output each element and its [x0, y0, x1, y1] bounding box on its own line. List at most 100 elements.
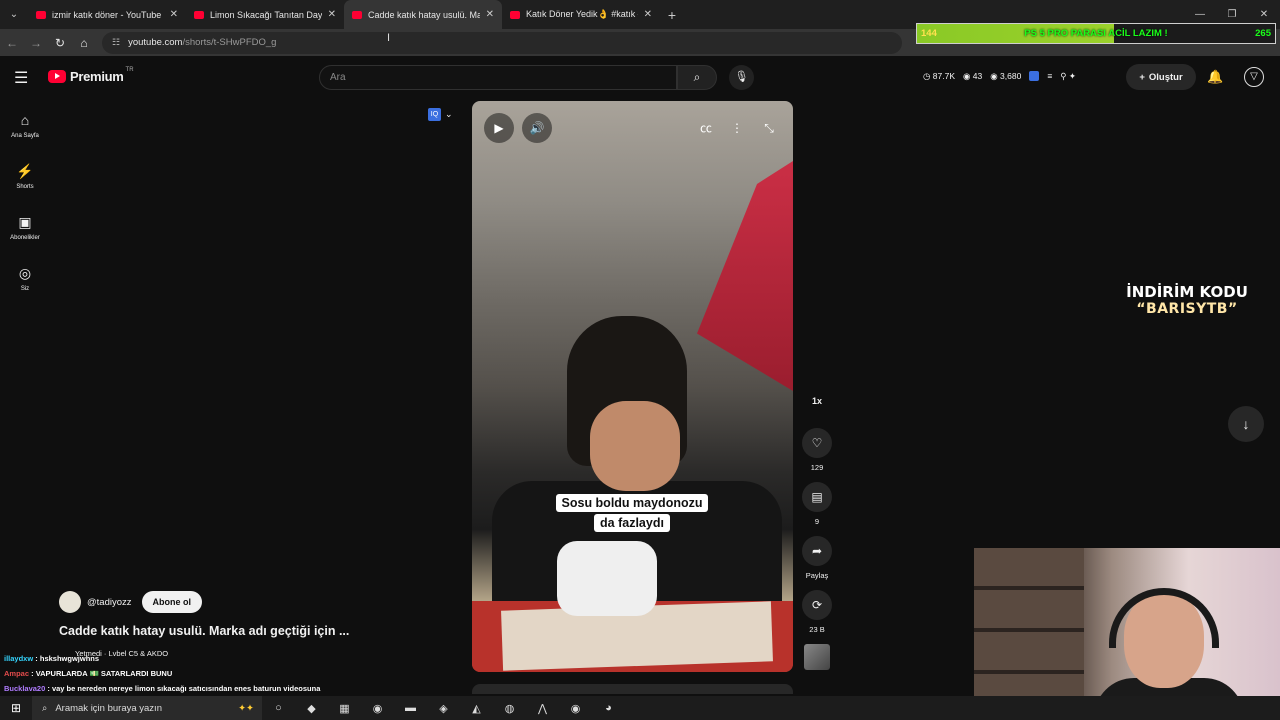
- browser-tab[interactable]: Limon Sıkacağı Tanıtan Dayımız ✕: [186, 0, 344, 29]
- microphone-icon[interactable]: 🎙: [729, 65, 754, 90]
- taskbar-search[interactable]: ⌕ Aramak için buraya yazın ✦✦: [32, 696, 262, 720]
- tab-title: Katık Döner Yedik👌 #katık #dö: [526, 9, 638, 19]
- video-scene-awning: [697, 161, 793, 391]
- folder-icon[interactable]: ▬: [394, 702, 427, 714]
- promo-line-2: “BARISYTB”: [1136, 301, 1238, 317]
- windows-start-icon[interactable]: ⊞: [0, 701, 32, 715]
- sidebar-item-label: Siz: [20, 286, 30, 292]
- avatar[interactable]: ▽: [1244, 67, 1264, 87]
- goal-right-value: 265: [1255, 28, 1271, 39]
- youtube-logo[interactable]: Premium TR: [48, 67, 134, 84]
- url-field[interactable]: ☷ youtube.com/shorts/t-SHwPFDO_g: [102, 31, 902, 54]
- like-button[interactable]: ♡ 129: [800, 428, 834, 472]
- sidebar-item-shorts[interactable]: ⚡ Shorts: [0, 151, 50, 202]
- tab-close-icon[interactable]: ✕: [486, 9, 494, 20]
- tab-search-chevron-icon[interactable]: ⌄: [0, 9, 28, 20]
- shorts-video-player[interactable]: ▶ 🔊 ㏄ ⋮ ⤡ Sosu boldu maydonozu da fazlay…: [472, 101, 793, 672]
- sidebar: ⌂ Ana Sayfa ⚡ Shorts ▣ Abonelikler ◎ Siz: [0, 100, 50, 304]
- comments-button[interactable]: ▤ 9: [800, 482, 834, 526]
- list-icon[interactable]: ≡: [1047, 71, 1052, 82]
- app-icon[interactable]: ◭: [460, 702, 493, 715]
- app-icon[interactable]: ⋀: [526, 702, 559, 715]
- streamer-webcam: [974, 548, 1280, 720]
- create-label: Oluştur: [1148, 71, 1183, 83]
- forward-icon[interactable]: →: [24, 36, 48, 50]
- channel-name[interactable]: @tadiyozz: [87, 597, 132, 608]
- search-icon[interactable]: ⌕: [677, 65, 717, 90]
- promo-line-1: İNDİRİM KODU: [1126, 283, 1248, 301]
- tab-close-icon[interactable]: ✕: [644, 9, 652, 20]
- home-browser-icon[interactable]: ⌂: [72, 36, 96, 50]
- back-icon[interactable]: ←: [0, 36, 24, 50]
- app-icon[interactable]: ◆: [295, 702, 328, 715]
- tab-title: Cadde katık hatay usulü. Marka: [368, 9, 480, 20]
- app-icon[interactable]: ◍: [493, 702, 526, 715]
- tab-close-icon[interactable]: ✕: [170, 9, 178, 20]
- new-tab-icon[interactable]: +: [660, 7, 684, 23]
- logo-text: Premium: [70, 69, 124, 84]
- share-button[interactable]: ➦ Paylaş: [800, 536, 834, 580]
- subscriptions-icon: ▣: [18, 214, 32, 230]
- create-button[interactable]: + Oluştur: [1126, 64, 1196, 90]
- goal-text: PS 5 PRO PARASI ACİL LAZIM !: [1024, 28, 1168, 39]
- caption-line: da fazlaydı: [594, 514, 670, 532]
- chat-message: illaydxw : hskshwgwjwhns: [4, 651, 320, 666]
- next-short-arrow-icon[interactable]: ↓: [1228, 406, 1264, 442]
- sparkle-icon: ✦✦: [238, 702, 254, 714]
- discord-icon[interactable]: ◕: [592, 702, 625, 714]
- fullscreen-icon[interactable]: ⤡: [754, 113, 784, 143]
- tab-close-icon[interactable]: ✕: [328, 9, 336, 20]
- menu-icon[interactable]: ☰: [14, 68, 34, 88]
- you-icon: ◎: [18, 265, 32, 281]
- youtube-favicon-icon: [510, 10, 520, 19]
- sidebar-item-subscriptions[interactable]: ▣ Abonelikler: [0, 202, 50, 253]
- home-icon: ⌂: [20, 112, 30, 128]
- chrome-icon[interactable]: ◉: [361, 702, 394, 715]
- sidebar-item-you[interactable]: ◎ Siz: [0, 253, 50, 304]
- chrome-icon[interactable]: ◉: [559, 702, 592, 715]
- url-path: /shorts/t-SHwPFDO_g: [182, 37, 277, 48]
- calendar-app-icon[interactable]: ▦: [328, 702, 361, 715]
- browser-tab-active[interactable]: Cadde katık hatay usulü. Marka ✕: [344, 0, 502, 29]
- subscribe-button[interactable]: Abone ol: [141, 591, 202, 613]
- browser-tab[interactable]: izmir katık döner - YouTube ✕: [28, 0, 186, 29]
- captions-icon[interactable]: ㏄: [691, 113, 721, 143]
- task-view-icon[interactable]: ○: [262, 702, 295, 714]
- windows-taskbar: ⊞ ⌕ Aramak için buraya yazın ✦✦ ○ ◆ ▦ ◉ …: [0, 696, 1280, 720]
- extension-badge[interactable]: IQ ⌄: [428, 108, 453, 121]
- remix-count: 23 B: [809, 625, 825, 634]
- more-options-icon[interactable]: ⋮: [722, 113, 752, 143]
- playback-speed[interactable]: 1x: [800, 396, 834, 406]
- volume-icon[interactable]: 🔊: [522, 113, 552, 143]
- channel-avatar[interactable]: [59, 591, 81, 613]
- site-info-icon[interactable]: ☷: [112, 37, 120, 48]
- heart-icon: ♡: [802, 428, 832, 458]
- sidebar-item-label: Shorts: [16, 184, 34, 190]
- chevron-down-icon: ⌄: [445, 109, 453, 119]
- notifications-bell-icon[interactable]: 🔔: [1207, 69, 1223, 85]
- video-scene-face: [590, 401, 680, 491]
- search-input[interactable]: Ara: [319, 65, 677, 90]
- video-title[interactable]: Cadde katık hatay usulü. Marka adı geçti…: [59, 624, 349, 638]
- chat-message: Ampac : VAPURLARDA 💵 SATARLARDI BUNU: [4, 666, 320, 681]
- chat-user: Bucklava20: [4, 684, 46, 693]
- views-value: 87.7K: [932, 71, 955, 81]
- sidebar-item-home[interactable]: ⌂ Ana Sayfa: [0, 100, 50, 151]
- audio-thumbnail[interactable]: [804, 644, 830, 670]
- channel-row: @tadiyozz Abone ol: [59, 591, 202, 613]
- video-caption: Sosu boldu maydonozu da fazlaydı: [534, 493, 730, 533]
- reload-icon[interactable]: ↻: [48, 36, 72, 50]
- chat-text: : hskshwgwjwhns: [35, 654, 100, 663]
- youtube-play-icon: [48, 70, 66, 83]
- extension-icon[interactable]: [1029, 71, 1040, 81]
- browser-tab[interactable]: Katık Döner Yedik👌 #katık #dö ✕: [502, 0, 660, 29]
- remix-button[interactable]: ⟳ 23 B: [800, 590, 834, 634]
- text-cursor-icon: I: [387, 32, 391, 44]
- stream-chat-overlay: illaydxw : hskshwgwjwhns Ampac : VAPURLA…: [4, 651, 320, 696]
- like-count: 129: [810, 463, 824, 472]
- badge-icon[interactable]: ⚲ ✦: [1060, 71, 1076, 82]
- tab-title: izmir katık döner - YouTube: [52, 9, 162, 20]
- steam-icon[interactable]: ◈: [427, 702, 460, 715]
- play-icon[interactable]: ▶: [484, 113, 514, 143]
- views-stat: ◷ 87.7K: [923, 71, 955, 81]
